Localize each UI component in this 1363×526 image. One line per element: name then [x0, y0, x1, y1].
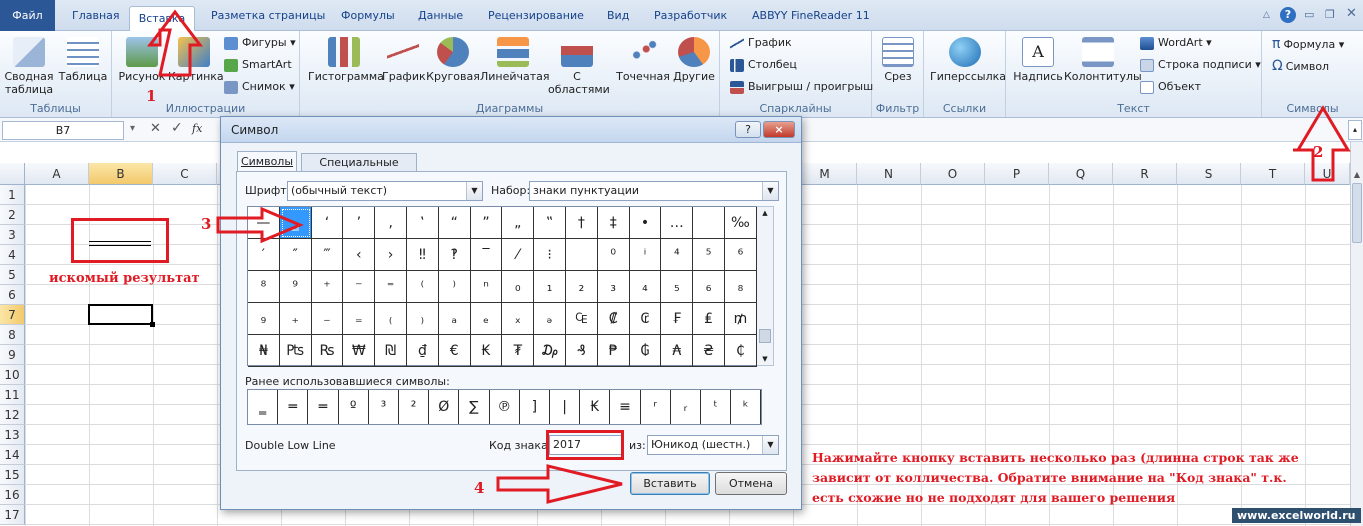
annotation-3: 3 [201, 215, 212, 233]
annotation-4: 4 [474, 479, 485, 497]
watermark: www.excelworld.ru [1232, 508, 1361, 523]
arrow-3 [216, 206, 304, 244]
instruction-note: Нажимайте кнопку вставить несколько раз … [812, 450, 1299, 505]
result-highlight-box [71, 218, 169, 263]
result-caption: искомый результат [49, 271, 200, 286]
code-highlight-box [546, 430, 624, 460]
arrow-1 [146, 9, 204, 77]
arrow-4 [496, 464, 623, 504]
annotation-1: 1 [146, 87, 157, 105]
annotation-2: 2 [1313, 143, 1324, 161]
